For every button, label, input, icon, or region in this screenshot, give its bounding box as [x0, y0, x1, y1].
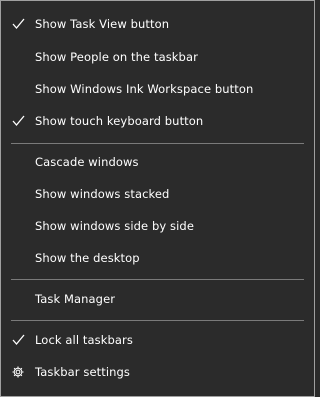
menu-separator: [11, 320, 304, 321]
menu-item-show-windows-ink-workspace-button[interactable]: Show Windows Ink Workspace button: [1, 74, 314, 104]
menu-item-show-touch-keyboard-button[interactable]: Show touch keyboard button: [1, 106, 314, 136]
menu-item-label: Cascade windows: [35, 155, 139, 169]
menu-item-show-task-view-button[interactable]: Show Task View button: [1, 9, 314, 39]
menu-item-lock-all-taskbars[interactable]: Lock all taskbars: [1, 325, 314, 355]
menu-item-show-windows-stacked[interactable]: Show windows stacked: [1, 179, 314, 209]
menu-item-label: Show windows side by side: [35, 219, 195, 233]
menu-item-show-people-on-taskbar[interactable]: Show People on the taskbar: [1, 42, 314, 72]
menu-item-label: Taskbar settings: [35, 365, 131, 379]
menu-item-label: Show Windows Ink Workspace button: [35, 82, 254, 96]
menu-separator: [11, 143, 304, 144]
menu-item-label: Show Task View button: [35, 17, 170, 31]
menu-item-label: Show windows stacked: [35, 187, 170, 201]
checkmark-icon: [12, 115, 25, 127]
menu-item-label: Show the desktop: [35, 251, 140, 265]
menu-item-label: Lock all taskbars: [35, 333, 133, 347]
menu-item-show-windows-side-by-side[interactable]: Show windows side by side: [1, 211, 314, 241]
menu-item-label: Task Manager: [35, 292, 116, 306]
taskbar-context-menu: Show Task View button Show People on the…: [0, 0, 315, 397]
menu-item-label: Show People on the taskbar: [35, 50, 198, 64]
menu-item-taskbar-settings[interactable]: Taskbar settings: [1, 357, 314, 387]
checkmark-icon: [12, 334, 25, 346]
checkmark-icon: [12, 18, 25, 30]
menu-item-show-the-desktop[interactable]: Show the desktop: [1, 243, 314, 273]
menu-item-label: Show touch keyboard button: [35, 114, 204, 128]
gear-icon: [12, 366, 24, 378]
menu-separator: [11, 279, 304, 280]
menu-item-cascade-windows[interactable]: Cascade windows: [1, 147, 314, 177]
menu-item-task-manager[interactable]: Task Manager: [1, 284, 314, 314]
